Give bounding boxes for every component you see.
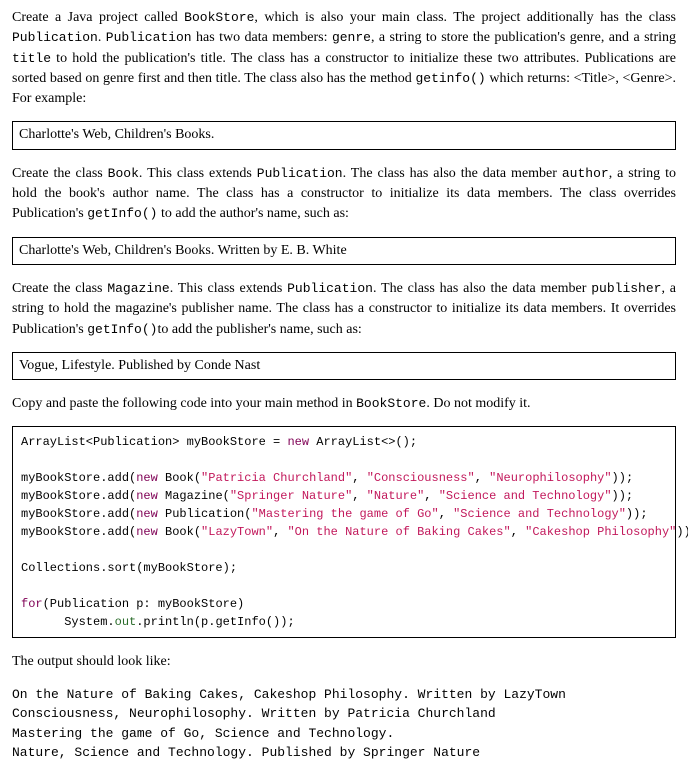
keyword: new xyxy=(136,525,158,539)
keyword: new xyxy=(287,435,309,449)
text: . This class extends xyxy=(170,281,287,296)
string: "Mastering the game of Go" xyxy=(251,507,438,521)
keyword: new xyxy=(136,489,158,503)
code: , xyxy=(439,507,453,521)
paragraph-2: Create the class Book. This class extend… xyxy=(12,164,676,225)
code-inline: getInfo() xyxy=(87,322,157,337)
code: , xyxy=(352,471,366,485)
text: , a string to store the publication's ge… xyxy=(371,30,676,45)
code-inline: BookStore xyxy=(184,10,254,25)
example-text: Charlotte's Web, Children's Books. Writt… xyxy=(19,243,347,258)
paragraph-3: Create the class Magazine. This class ex… xyxy=(12,279,676,340)
text: . This class extends xyxy=(139,166,257,181)
text: Create a Java project called xyxy=(12,10,184,25)
example-box-1: Charlotte's Web, Children's Books. xyxy=(12,121,676,149)
text: . xyxy=(98,30,106,45)
out-field: out xyxy=(115,615,137,629)
code-block: ArrayList<Publication> myBookStore = new… xyxy=(12,426,676,638)
code: myBookStore.add( xyxy=(21,507,136,521)
code-inline: genre xyxy=(332,30,371,45)
text: . The class has also the data member xyxy=(343,166,562,181)
code-inline: title xyxy=(12,51,51,66)
text: to add the author's name, such as: xyxy=(157,206,348,221)
code: , xyxy=(475,471,489,485)
code: myBookStore.add( xyxy=(21,471,136,485)
code-inline: Publication xyxy=(12,30,98,45)
code: ArrayList<Publication> myBookStore = xyxy=(21,435,287,449)
code: )); xyxy=(676,525,688,539)
code: )); xyxy=(612,489,634,503)
code-inline: Publication xyxy=(287,281,373,296)
string: "LazyTown" xyxy=(201,525,273,539)
text: , which is also your main class. The pro… xyxy=(254,10,676,25)
code: Magazine( xyxy=(158,489,230,503)
paragraph-1: Create a Java project called BookStore, … xyxy=(12,8,676,109)
string: "Springer Nature" xyxy=(230,489,352,503)
code: myBookStore.add( xyxy=(21,489,136,503)
code: )); xyxy=(612,471,634,485)
code-inline: author xyxy=(562,166,609,181)
text: . Do not modify it. xyxy=(426,396,530,411)
code: , xyxy=(424,489,438,503)
code: , xyxy=(511,525,525,539)
example-text: Charlotte's Web, Children's Books. xyxy=(19,127,214,142)
text: Create the class xyxy=(12,281,107,296)
code: ArrayList<>(); xyxy=(309,435,417,449)
output-line: Consciousness, Neurophilosophy. Written … xyxy=(12,704,676,724)
string: "Cakeshop Philosophy" xyxy=(525,525,676,539)
text: to add the publisher's name, such as: xyxy=(157,322,361,337)
text: . The class has also the data member xyxy=(373,281,591,296)
code-inline: Publication xyxy=(257,166,343,181)
code: .println(p.getInfo()); xyxy=(136,615,294,629)
string: "Consciousness" xyxy=(367,471,475,485)
code: Collections.sort(myBookStore); xyxy=(21,561,237,575)
code: , xyxy=(273,525,287,539)
code: Book( xyxy=(158,471,201,485)
output-line: Nature, Science and Technology. Publishe… xyxy=(12,743,676,763)
string: "Science and Technology" xyxy=(453,507,626,521)
keyword: for xyxy=(21,597,43,611)
code-inline: Magazine xyxy=(107,281,169,296)
code-inline: getinfo() xyxy=(415,71,485,86)
string: "Science and Technology" xyxy=(439,489,612,503)
code-inline: getInfo() xyxy=(87,206,157,221)
paragraph-5: The output should look like: xyxy=(12,652,676,672)
code-inline: Book xyxy=(108,166,139,181)
code: , xyxy=(352,489,366,503)
code-inline: Publication xyxy=(106,30,192,45)
code-inline: publisher xyxy=(591,281,661,296)
code: myBookStore.add( xyxy=(21,525,136,539)
text: has two data members: xyxy=(192,30,332,45)
example-box-3: Vogue, Lifestyle. Published by Conde Nas… xyxy=(12,352,676,380)
output-line: On the Nature of Baking Cakes, Cakeshop … xyxy=(12,685,676,705)
expected-output: On the Nature of Baking Cakes, Cakeshop … xyxy=(12,685,676,763)
code: )); xyxy=(626,507,648,521)
text: The output should look like: xyxy=(12,654,171,669)
code: Publication( xyxy=(158,507,252,521)
string: "Nature" xyxy=(367,489,425,503)
string: "On the Nature of Baking Cakes" xyxy=(287,525,510,539)
code: Book( xyxy=(158,525,201,539)
string: "Patricia Churchland" xyxy=(201,471,352,485)
example-box-2: Charlotte's Web, Children's Books. Writt… xyxy=(12,237,676,265)
code: System. xyxy=(21,615,115,629)
text: Create the class xyxy=(12,166,108,181)
keyword: new xyxy=(136,507,158,521)
code: (Publication p: myBookStore) xyxy=(43,597,245,611)
example-text: Vogue, Lifestyle. Published by Conde Nas… xyxy=(19,358,260,373)
keyword: new xyxy=(136,471,158,485)
code-inline: BookStore xyxy=(356,396,426,411)
output-line: Mastering the game of Go, Science and Te… xyxy=(12,724,676,744)
paragraph-4: Copy and paste the following code into y… xyxy=(12,394,676,414)
text: Copy and paste the following code into y… xyxy=(12,396,356,411)
string: "Neurophilosophy" xyxy=(489,471,611,485)
